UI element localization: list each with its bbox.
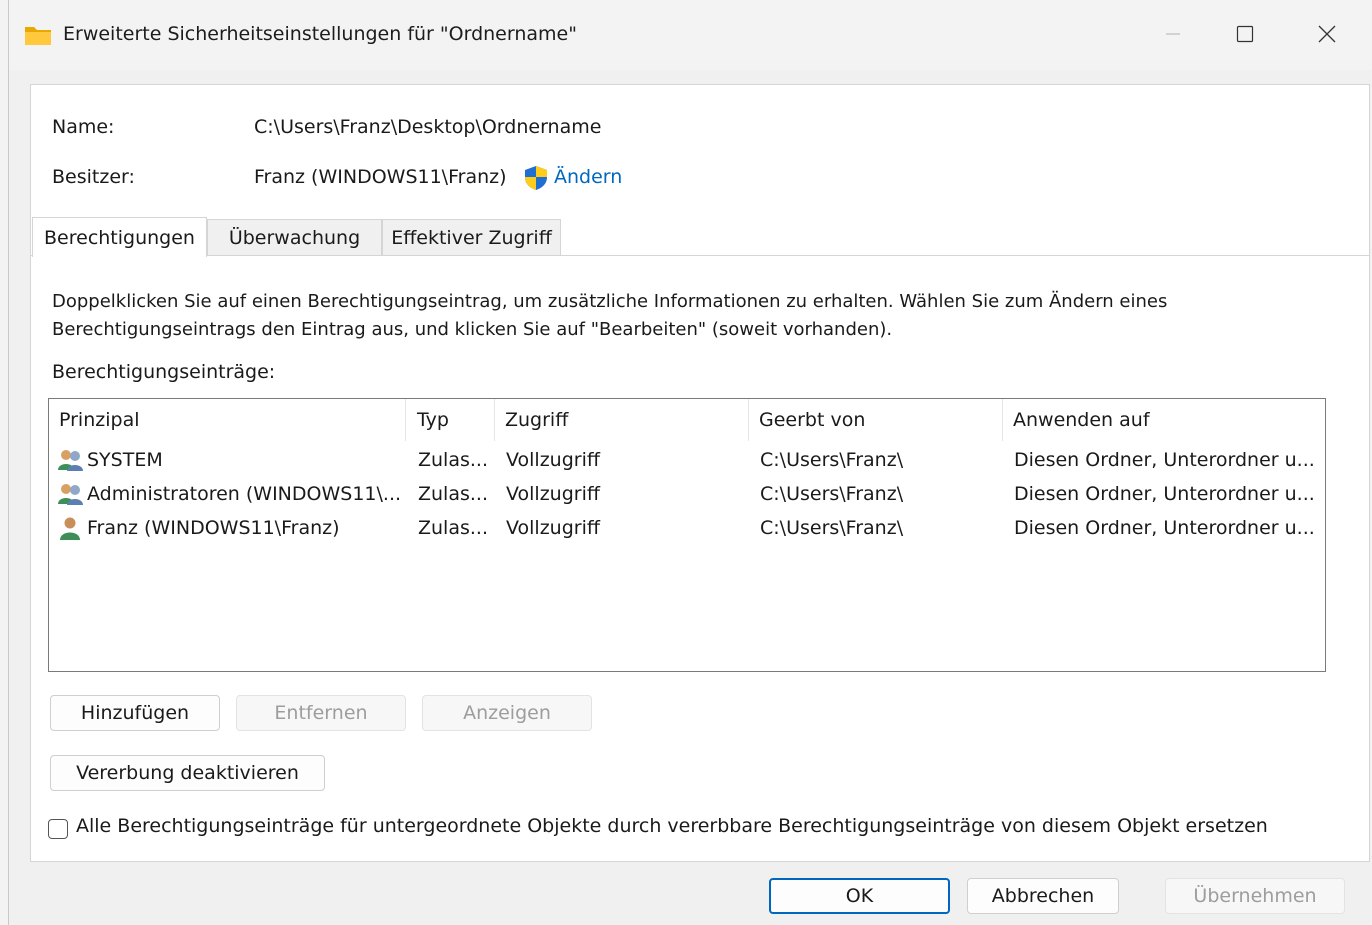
cell-principal: Administratoren (WINDOWS11\...	[57, 477, 405, 511]
minimize-button	[1153, 14, 1193, 54]
maximize-icon	[1236, 25, 1254, 43]
window-title: Erweiterte Sicherheitseinstellungen für …	[63, 23, 577, 45]
disable-inheritance-button[interactable]: Vererbung deaktivieren	[50, 755, 325, 791]
permissions-description: Doppelklicken Sie auf einen Berechtigung…	[52, 291, 1168, 340]
cell-principal: SYSTEM	[57, 443, 405, 477]
name-label: Name:	[52, 116, 115, 138]
name-value: C:\Users\Franz\Desktop\Ordnername	[254, 116, 602, 138]
table-row[interactable]: Administratoren (WINDOWS11\... Zulas... …	[49, 477, 1325, 511]
view-button[interactable]: Anzeigen	[422, 695, 592, 731]
cell-inherited: C:\Users\Franz\	[760, 483, 904, 505]
tab-permissions[interactable]: Berechtigungen	[32, 217, 207, 257]
user-group-icon	[58, 484, 83, 505]
cell-inherited: C:\Users\Franz\	[760, 449, 904, 471]
cell-type: Zulas...	[418, 517, 488, 539]
cancel-button[interactable]: Abbrechen	[967, 878, 1119, 914]
tab-divider	[31, 255, 1369, 256]
column-access[interactable]: Zugriff	[495, 399, 749, 441]
column-type[interactable]: Typ	[407, 399, 495, 441]
minimize-icon	[1166, 33, 1180, 35]
tab-auditing[interactable]: Überwachung	[207, 219, 382, 255]
table-row[interactable]: Franz (WINDOWS11\Franz) Zulas... Vollzug…	[49, 511, 1325, 545]
table-row[interactable]: SYSTEM Zulas... Vollzugriff C:\Users\Fra…	[49, 443, 1325, 477]
cell-access: Vollzugriff	[506, 517, 600, 539]
ok-button[interactable]: OK	[769, 878, 950, 914]
cell-applies: Diesen Ordner, Unterordner u...	[1014, 517, 1315, 539]
user-icon	[60, 517, 80, 540]
replace-entries-checkbox[interactable]	[48, 819, 68, 839]
owner-label: Besitzer:	[52, 166, 135, 188]
list-header: Prinzipal Typ Zugriff Geerbt von Anwende…	[49, 399, 1325, 441]
column-principal[interactable]: Prinzipal	[49, 399, 406, 441]
permission-entries-list[interactable]: Prinzipal Typ Zugriff Geerbt von Anwende…	[48, 398, 1326, 672]
uac-shield-icon	[525, 166, 547, 190]
column-applies-to[interactable]: Anwenden auf	[1003, 399, 1323, 441]
folder-icon	[25, 27, 51, 45]
add-button[interactable]: Hinzufügen	[50, 695, 220, 731]
cell-principal: Franz (WINDOWS11\Franz)	[57, 511, 405, 545]
cell-applies: Diesen Ordner, Unterordner u...	[1014, 449, 1315, 471]
close-icon	[1318, 25, 1336, 43]
change-owner-link[interactable]: Ändern	[554, 166, 622, 188]
cell-inherited: C:\Users\Franz\	[760, 517, 904, 539]
principal-name: Franz (WINDOWS11\Franz)	[87, 517, 340, 539]
cell-access: Vollzugriff	[506, 449, 600, 471]
user-group-icon	[58, 450, 83, 471]
principal-name: Administratoren (WINDOWS11\...	[87, 483, 402, 505]
tab-effective-access[interactable]: Effektiver Zugriff	[382, 219, 561, 255]
maximize-button[interactable]	[1225, 14, 1265, 54]
advanced-security-window: Erweiterte Sicherheitseinstellungen für …	[8, 0, 1371, 925]
close-button[interactable]	[1307, 14, 1347, 54]
replace-entries-label[interactable]: Alle Berechtigungseinträge für untergeor…	[76, 815, 1268, 837]
cell-applies: Diesen Ordner, Unterordner u...	[1014, 483, 1315, 505]
title-bar[interactable]: Erweiterte Sicherheitseinstellungen für …	[9, 0, 1371, 70]
content-panel: Name: C:\Users\Franz\Desktop\Ordnername …	[30, 84, 1370, 862]
column-inherited-from[interactable]: Geerbt von	[749, 399, 1003, 441]
owner-value: Franz (WINDOWS11\Franz)	[254, 166, 507, 188]
apply-button[interactable]: Übernehmen	[1165, 878, 1345, 914]
principal-name: SYSTEM	[87, 449, 163, 471]
remove-button[interactable]: Entfernen	[236, 695, 406, 731]
cell-access: Vollzugriff	[506, 483, 600, 505]
cell-type: Zulas...	[418, 483, 488, 505]
cell-type: Zulas...	[418, 449, 488, 471]
entries-label: Berechtigungseinträge:	[52, 361, 276, 383]
